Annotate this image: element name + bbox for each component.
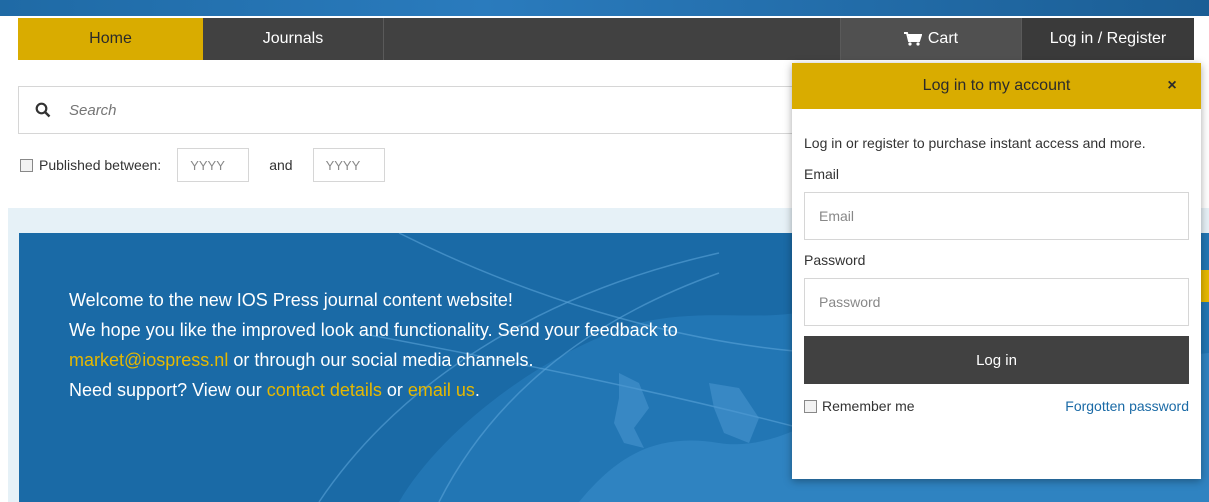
login-popup-body: Log in or register to purchase instant a… bbox=[792, 133, 1201, 414]
password-field[interactable]: Password bbox=[804, 278, 1189, 326]
banner-line-3: market@iospress.nl or through our social… bbox=[69, 345, 678, 375]
close-icon[interactable]: × bbox=[1163, 77, 1181, 95]
contact-details-link[interactable]: contact details bbox=[267, 380, 382, 400]
banner-line-4: Need support? View our contact details o… bbox=[69, 375, 678, 405]
email-field[interactable]: Email bbox=[804, 192, 1189, 240]
search-icon[interactable] bbox=[33, 100, 53, 120]
published-label: Published between: bbox=[39, 157, 162, 173]
forgotten-password-link[interactable]: Forgotten password bbox=[1065, 398, 1189, 414]
login-popup-header: Log in to my account × bbox=[792, 63, 1201, 109]
banner-line-2: We hope you like the improved look and f… bbox=[69, 320, 678, 340]
published-filter: Published between: YYYY and YYYY bbox=[20, 148, 385, 182]
cart-icon bbox=[903, 32, 922, 46]
login-footer: Remember me Forgotten password bbox=[804, 398, 1189, 414]
nav-journals[interactable]: Journals bbox=[203, 18, 384, 60]
banner-line-4-end: . bbox=[474, 380, 480, 400]
remember-me[interactable]: Remember me bbox=[804, 398, 915, 414]
nav-home[interactable]: Home bbox=[18, 18, 203, 60]
year-from-input[interactable]: YYYY bbox=[177, 148, 250, 182]
remember-me-checkbox[interactable] bbox=[804, 399, 817, 413]
search-bar bbox=[18, 86, 808, 134]
nav-spacer bbox=[384, 18, 841, 60]
banner-line-4-mid: or bbox=[381, 380, 408, 400]
nav-login-register[interactable]: Log in / Register bbox=[1022, 18, 1194, 60]
password-label: Password bbox=[804, 252, 866, 268]
banner-line-3-rest: or through our social media channels. bbox=[228, 350, 534, 370]
year-to-input[interactable]: YYYY bbox=[312, 148, 385, 182]
nav-cart-label: Cart bbox=[927, 30, 959, 47]
banner-line-1: Welcome to the new IOS Press journal con… bbox=[69, 290, 513, 310]
search-input[interactable] bbox=[69, 101, 769, 119]
top-decorative-strip bbox=[0, 0, 1209, 16]
login-popup-title: Log in to my account bbox=[922, 77, 1071, 94]
yellow-edge-accent bbox=[1200, 270, 1209, 302]
nav-cart[interactable]: Cart bbox=[841, 18, 1022, 60]
login-button[interactable]: Log in bbox=[804, 336, 1189, 384]
main-navbar: Home Journals Cart Log in / Register bbox=[18, 18, 1194, 60]
remember-me-label: Remember me bbox=[822, 398, 915, 414]
email-us-link[interactable]: email us bbox=[408, 380, 475, 400]
and-label: and bbox=[269, 157, 293, 173]
published-checkbox[interactable] bbox=[20, 158, 33, 172]
login-popup: Log in to my account × Log in or registe… bbox=[792, 63, 1201, 479]
banner-text: Welcome to the new IOS Press journal con… bbox=[69, 285, 678, 405]
market-email-link[interactable]: market@iospress.nl bbox=[69, 350, 228, 370]
email-label: Email bbox=[804, 166, 840, 182]
banner-line-4-start: Need support? View our bbox=[69, 380, 267, 400]
login-intro-text: Log in or register to purchase instant a… bbox=[804, 135, 1146, 151]
